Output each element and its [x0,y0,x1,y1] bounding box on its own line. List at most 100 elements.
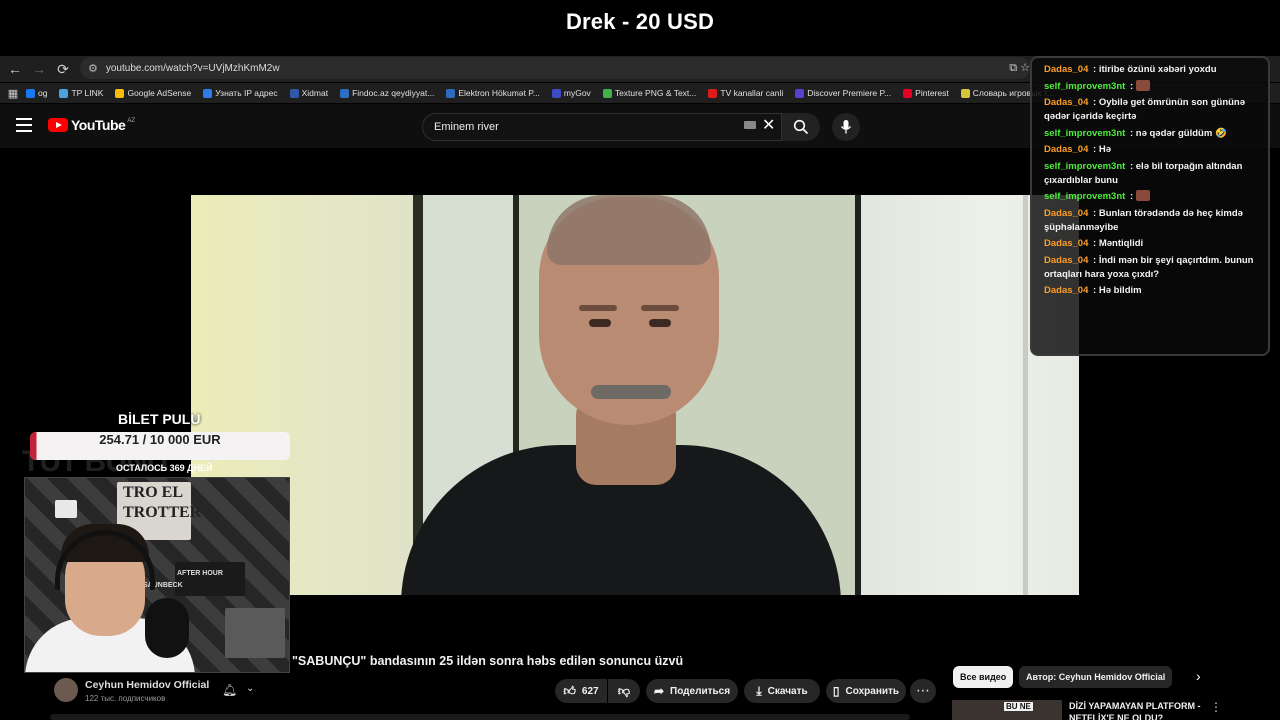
download-label: Скачать [767,685,808,697]
chat-separator: : [1090,64,1099,75]
donation-goal-title: BİLET PULU [118,411,201,427]
save-button[interactable]: ▯ Сохранить [826,679,906,703]
chat-separator: : [1127,160,1136,172]
bookmark-item[interactable]: Texture PNG & Text... [602,88,696,98]
chip-all-videos[interactable]: Все видео [953,666,1014,688]
bookmark-label: myGov [563,88,591,98]
bookmark-item[interactable]: Elektron Hökumət P... [446,88,540,98]
subscriber-count: 122 тыс. подписчиков [85,694,166,703]
microphone-icon [840,120,852,134]
video-player[interactable] [191,195,1079,595]
recommended-thumbnail[interactable]: BU NE [952,700,1062,720]
video-subject-brow [641,305,679,311]
search-button[interactable] [782,113,820,141]
install-icon[interactable]: ⧉ ☆ [1009,61,1030,75]
youtube-logo-text: YouTube [71,117,126,133]
chat-username[interactable]: Dadas_04 [1044,208,1088,219]
bookmark-favicon-icon [26,88,35,98]
more-vert-icon[interactable]: ⋮ [1210,700,1222,714]
donation-amount: 254.71 / 10 000 EUR [99,432,221,447]
dislike-button[interactable]: 👎︎ [608,679,640,703]
bookmark-item[interactable]: Xidmat [289,88,328,98]
bookmark-item[interactable]: Pinterest [903,88,949,98]
bookmark-favicon-icon [795,88,805,98]
chevron-down-icon[interactable]: ⌄ [246,683,254,694]
chat-separator: : [1090,238,1099,249]
bookmark-item[interactable]: Discover Premiere P... [795,88,891,98]
youtube-logo[interactable]: YouTube AZ [48,117,135,133]
chat-username[interactable]: Dadas_04 [1044,64,1088,75]
description-box[interactable] [50,714,910,720]
bookmark-item[interactable]: myGov [551,88,591,98]
chat-message: Dadas_04 : Hə [1044,143,1268,157]
chat-separator: : [1090,207,1099,219]
thumbs-up-icon: 👍︎ [563,683,576,698]
site-settings-icon[interactable]: ⚙ [88,62,98,75]
reload-button[interactable]: ⟳ [51,57,75,81]
sticker-poster [225,608,285,658]
sticker-logo [55,500,77,518]
bookmark-favicon-icon [551,88,561,98]
voice-search-button[interactable] [832,113,860,141]
bookmark-favicon-icon [602,88,612,98]
bookmark-item[interactable]: TP LINK [59,88,103,98]
bookmark-label: Google AdSense [127,88,192,98]
bookmark-item[interactable]: Google AdSense [115,88,191,98]
bookmark-favicon-icon [903,88,913,98]
bookmark-label: TV kanallar canli [720,88,784,98]
chat-emote-icon [1135,79,1150,91]
download-button[interactable]: ⤓ Скачать [744,679,820,703]
chat-username[interactable]: self_improvem3nt [1044,191,1125,202]
forward-button[interactable]: → [27,57,51,81]
more-actions-icon[interactable]: ⋯ [910,679,936,703]
recommended-title[interactable]: DİZİ YAPAMAYAN PLATFORM - NETFLİX'E NE O… [1069,700,1209,720]
channel-name[interactable]: Ceyhun Hemidov Official [85,679,209,691]
donation-remaining: ОСТАЛОСЬ 369 ДНЕЙ [116,463,213,473]
bookmark-label: Pinterest [915,88,949,98]
channel-avatar[interactable] [54,678,78,702]
chat-text: Hə bildim [1098,285,1142,296]
chat-username[interactable]: self_improvem3nt [1044,128,1125,139]
notification-bell-icon[interactable]: 🔔︎ [222,683,237,697]
sticker-text: TRO EL [123,484,184,501]
chat-message: Dadas_04 : Oybilə get ömrünün son gününə… [1044,96,1268,124]
chat-username[interactable]: self_improvem3nt [1044,81,1125,92]
chat-message: Dadas_04 : Məntiqlidi [1044,237,1268,251]
bookmark-item[interactable]: og [26,88,47,98]
sticker-poster [175,562,245,596]
video-subject-mustache [591,385,671,399]
apps-grid-icon[interactable]: ▦ [0,87,26,100]
chat-username[interactable]: Dadas_04 [1044,285,1088,296]
share-icon: ➦ [653,684,665,698]
bookmark-item[interactable]: TV kanallar canli [708,88,783,98]
share-button[interactable]: ➦ Поделиться [646,679,738,703]
bookmark-favicon-icon [960,88,970,98]
chip-author[interactable]: Автор: Ceyhun Hemidov Official [1019,666,1173,688]
bookmark-label: TP LINK [71,88,104,98]
keyboard-icon[interactable] [744,121,756,129]
chat-text: nə qədər güldüm 🤣 [1135,127,1227,139]
chat-username[interactable]: Dadas_04 [1044,255,1088,266]
chat-message: self_improvem3nt : elə bil torpağın altı… [1044,160,1268,188]
video-subject-eye [649,319,671,327]
bookmark-item[interactable]: Findoc.az qeydiyyat... [340,88,434,98]
address-bar[interactable]: ⚙ youtube.com/watch?v=UVjMzhKmM2w [80,57,1030,79]
chat-username[interactable]: Dadas_04 [1044,238,1088,249]
chat-username[interactable]: self_improvem3nt [1044,161,1125,172]
bookmark-favicon-icon [340,88,350,98]
bookmark-label: Discover Premiere P... [807,88,892,98]
menu-icon[interactable] [16,118,32,136]
chat-separator: : [1127,191,1136,202]
search-input[interactable]: Eminem river [422,113,782,141]
chat-separator: : [1090,97,1099,108]
chevron-right-icon[interactable]: › [1196,668,1201,684]
bookmark-favicon-icon [289,88,299,98]
clear-search-icon[interactable]: ✕ [762,115,775,135]
chat-text: itiribe özünü xəbəri yoxdu [1098,64,1217,75]
bookmark-item[interactable]: Узнать IP адрес [203,88,278,98]
chat-username[interactable]: Dadas_04 [1044,97,1088,108]
chat-username[interactable]: Dadas_04 [1044,144,1088,155]
stream-chat-overlay: Dadas_04 : itiribe özünü xəbəri yoxdu sel… [1030,56,1270,356]
like-button[interactable]: 👍︎ 627 [555,679,607,703]
back-button[interactable]: ← [3,57,27,81]
